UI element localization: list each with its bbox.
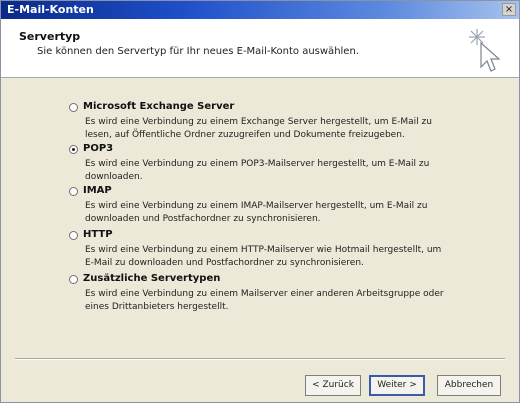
- radio-imap[interactable]: [69, 187, 78, 196]
- option-description: Es wird eine Verbindung zu einem POP3-Ma…: [85, 159, 430, 182]
- radio-pop3[interactable]: [69, 145, 78, 154]
- email-accounts-dialog: E-Mail-Konten × Servertyp Sie können den…: [0, 0, 520, 403]
- close-button[interactable]: ×: [502, 3, 516, 16]
- header-subtitle: Sie können den Servertyp für Ihr neues E…: [37, 46, 359, 57]
- option-description: Es wird eine Verbindung zu einem HTTP-Ma…: [85, 245, 442, 268]
- option-label[interactable]: Microsoft Exchange Server: [83, 101, 234, 112]
- radio-http[interactable]: [69, 231, 78, 240]
- cancel-button[interactable]: Abbrechen: [437, 375, 501, 396]
- option-label[interactable]: Zusätzliche Servertypen: [83, 273, 220, 284]
- option-label[interactable]: IMAP: [83, 185, 112, 196]
- radio-additional[interactable]: [69, 275, 78, 284]
- option-description: Es wird eine Verbindung zu einem Mailser…: [85, 289, 444, 312]
- window-title: E-Mail-Konten: [7, 3, 94, 16]
- back-button[interactable]: < Zurück: [305, 375, 361, 396]
- wizard-sparkle-cursor-icon: [469, 29, 501, 72]
- option-description: Es wird eine Verbindung zu einem Exchang…: [85, 117, 432, 140]
- option-description: Es wird eine Verbindung zu einem IMAP-Ma…: [85, 201, 428, 224]
- next-button[interactable]: Weiter >: [369, 375, 425, 396]
- option-label[interactable]: POP3: [83, 143, 113, 154]
- title-bar[interactable]: E-Mail-Konten ×: [1, 1, 519, 19]
- footer-divider: [15, 358, 505, 360]
- radio-exchange[interactable]: [69, 103, 78, 112]
- header-title: Servertyp: [19, 30, 81, 43]
- option-label[interactable]: HTTP: [83, 229, 113, 240]
- wizard-header: Servertyp Sie können den Servertyp für I…: [1, 19, 519, 78]
